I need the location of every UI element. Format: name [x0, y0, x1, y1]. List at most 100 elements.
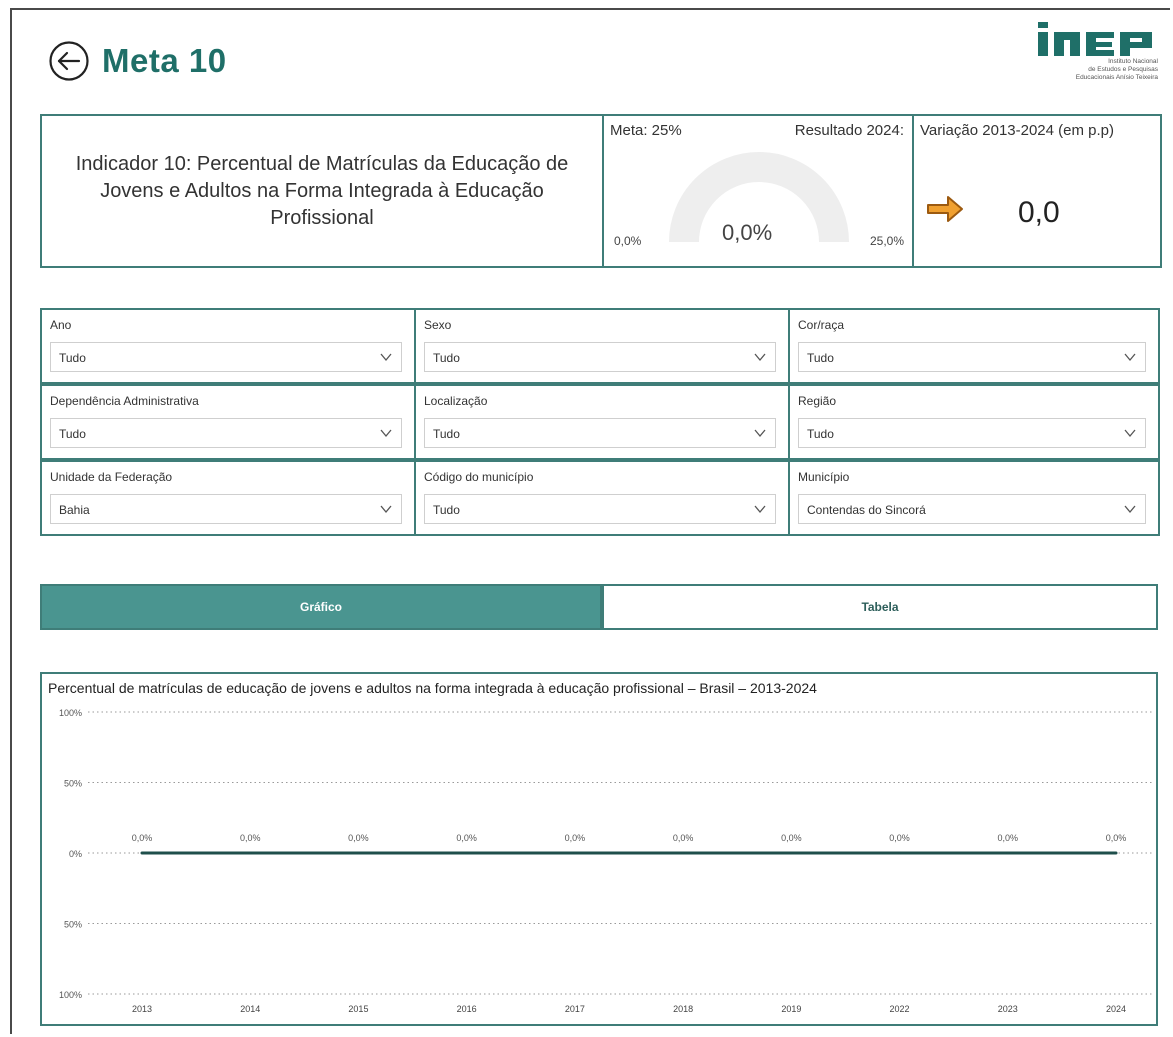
filter-label: Unidade da Federação	[50, 470, 173, 484]
x-tick-label: 2016	[457, 1004, 477, 1014]
gauge-max-label: 25,0%	[869, 234, 904, 248]
data-point	[1114, 851, 1118, 855]
filter-value: Bahia	[59, 503, 90, 517]
back-arrow-icon[interactable]	[48, 40, 90, 82]
filter-dropdown[interactable]: Tudo	[798, 342, 1146, 372]
filter-7: Código do município Tudo	[414, 460, 790, 536]
filter-dropdown[interactable]: Tudo	[424, 494, 776, 524]
filter-value: Tudo	[59, 427, 86, 441]
tab-tabela[interactable]: Tabela	[602, 584, 1158, 630]
filter-value: Tudo	[807, 427, 834, 441]
y-tick-label: 50%	[64, 779, 82, 789]
data-point	[898, 851, 902, 855]
filter-label: Código do município	[424, 470, 534, 484]
chevron-down-icon	[380, 429, 392, 438]
x-tick-label: 2018	[673, 1004, 693, 1014]
data-label: 0,0%	[348, 833, 369, 843]
filter-5: Região Tudo	[788, 384, 1160, 460]
chevron-down-icon	[754, 353, 766, 362]
variation-value: 0,0	[1018, 196, 1060, 229]
data-point	[140, 851, 144, 855]
inep-logo: Instituto Nacional de Estudos e Pesquisa…	[1032, 22, 1160, 102]
filter-2: Cor/raça Tudo	[788, 308, 1160, 384]
data-label: 0,0%	[456, 833, 477, 843]
data-label: 0,0%	[132, 833, 153, 843]
arrow-right-icon	[927, 196, 963, 222]
x-tick-label: 2023	[998, 1004, 1018, 1014]
data-label: 0,0%	[889, 833, 910, 843]
variation-title: Variação 2013-2024 (em p.p)	[920, 122, 1115, 139]
filter-dropdown[interactable]: Tudo	[798, 418, 1146, 448]
filter-value: Tudo	[59, 351, 86, 365]
filter-label: Localização	[424, 394, 488, 408]
data-point	[1006, 851, 1010, 855]
filter-dropdown[interactable]: Tudo	[424, 418, 776, 448]
filter-value: Tudo	[807, 351, 834, 365]
data-label: 0,0%	[565, 833, 586, 843]
filter-value: Tudo	[433, 503, 460, 517]
logo-caption: Instituto Nacional de Estudos e Pesquisa…	[1032, 58, 1158, 82]
chevron-down-icon	[1124, 429, 1136, 438]
indicator-text: Indicador 10: Percentual de Matrículas d…	[75, 152, 569, 229]
logo-caption-line: de Estudos e Pesquisas	[1088, 66, 1158, 73]
data-point	[356, 851, 360, 855]
filter-label: Dependência Administrativa	[50, 394, 199, 408]
variation-card: Variação 2013-2024 (em p.p) 0,0	[912, 114, 1162, 268]
x-tick-label: 2024	[1106, 1004, 1126, 1014]
page-title: Meta 10	[102, 42, 227, 79]
filter-1: Sexo Tudo	[414, 308, 790, 384]
chart-panel: 100% 50% 0% 50% 100% 0,0% 2013 0,0% 2014 0,0% 2015…	[40, 672, 1158, 1026]
x-tick-label: 2013	[132, 1004, 152, 1014]
filter-dropdown[interactable]: Bahia	[50, 494, 402, 524]
inep-logo-mark	[1038, 22, 1152, 56]
filter-0: Ano Tudo	[40, 308, 416, 384]
filter-label: Sexo	[424, 318, 452, 332]
logo-caption-line: Educacionais Anísio Teixeira	[1075, 74, 1158, 81]
x-tick-label: 2022	[890, 1004, 910, 1014]
data-label: 0,0%	[998, 833, 1019, 843]
indicator-card: Indicador 10: Percentual de Matrículas d…	[40, 114, 604, 268]
filter-label: Município	[798, 470, 850, 484]
filter-value: Tudo	[433, 427, 460, 441]
logo-caption-line: Instituto Nacional	[1108, 58, 1158, 65]
data-label: 0,0%	[240, 833, 261, 843]
filter-dropdown[interactable]: Tudo	[50, 342, 402, 372]
y-tick-label: 100%	[59, 990, 82, 1000]
data-point	[465, 851, 469, 855]
filter-value: Contendas do Sincorá	[807, 503, 926, 517]
filter-4: Localização Tudo	[414, 384, 790, 460]
chevron-down-icon	[1124, 353, 1136, 362]
gauge-meta-label: Meta: 25%	[610, 122, 682, 139]
chart-title: Percentual de matrículas de educação de …	[48, 680, 817, 696]
filter-8: Município Contendas do Sincorá	[788, 460, 1160, 536]
data-label: 0,0%	[673, 833, 694, 843]
filter-dropdown[interactable]: Tudo	[424, 342, 776, 372]
chevron-down-icon	[754, 429, 766, 438]
data-point	[573, 851, 577, 855]
filter-label: Região	[798, 394, 837, 408]
data-point	[681, 851, 685, 855]
filter-dropdown[interactable]: Contendas do Sincorá	[798, 494, 1146, 524]
gauge-value: 0,0%	[722, 220, 773, 245]
gauge-result-label: Resultado 2024:	[794, 122, 904, 139]
filter-dropdown[interactable]: Tudo	[50, 418, 402, 448]
y-tick-label: 50%	[64, 920, 82, 930]
filter-value: Tudo	[433, 351, 460, 365]
chevron-down-icon	[380, 505, 392, 514]
gauge-min-label: 0,0%	[614, 234, 642, 248]
x-tick-label: 2014	[240, 1004, 260, 1014]
chevron-down-icon	[1124, 505, 1136, 514]
x-tick-label: 2019	[781, 1004, 801, 1014]
filter-6: Unidade da Federação Bahia	[40, 460, 416, 536]
gauge-card: Meta: 25% Resultado 2024: 0,0% 0,0% 25,0…	[602, 114, 914, 268]
data-point	[789, 851, 793, 855]
x-tick-label: 2017	[565, 1004, 585, 1014]
line-chart: 100% 50% 0% 50% 100% 0,0% 2013 0,0% 2014 0,0% 2015…	[59, 708, 1154, 1014]
filter-label: Ano	[50, 318, 72, 332]
chevron-down-icon	[380, 353, 392, 362]
y-tick-label: 0%	[69, 849, 82, 859]
data-label: 0,0%	[1106, 833, 1127, 843]
tab-grafico[interactable]: Gráfico	[40, 584, 602, 630]
data-point	[248, 851, 252, 855]
y-tick-label: 100%	[59, 708, 82, 718]
